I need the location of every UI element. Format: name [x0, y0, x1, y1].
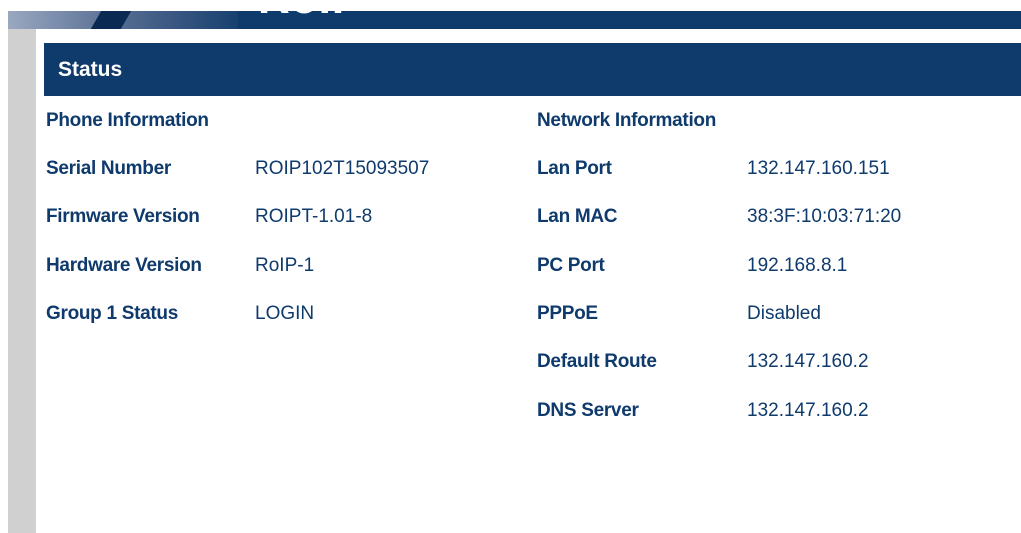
lan-port-value: 132.147.160.151 [747, 158, 890, 179]
top-banner: RoIP [0, 0, 1021, 29]
dns-server-value: 132.147.160.2 [747, 400, 869, 421]
pc-port-value: 192.168.8.1 [747, 255, 848, 276]
status-header-bar: Status [44, 43, 1021, 96]
pppoe-value: Disabled [747, 303, 821, 324]
phone-information-heading: Phone Information [46, 110, 209, 131]
hardware-version-value: RoIP-1 [255, 255, 315, 276]
default-route-value: 132.147.160.2 [747, 351, 869, 372]
status-title: Status [58, 58, 123, 81]
serial-number-label: Serial Number [46, 158, 171, 179]
lan-mac-label: Lan MAC [537, 206, 618, 227]
status-page: RoIP Status Phone Information Serial Num… [0, 0, 1021, 533]
serial-number-value: ROIP102T15093507 [255, 158, 430, 179]
pppoe-label: PPPoE [537, 303, 598, 324]
dns-server-label: DNS Server [537, 400, 639, 421]
lan-port-label: Lan Port [537, 158, 612, 179]
lan-mac-value: 38:3F:10:03:71:20 [747, 206, 902, 227]
left-sidebar-rail [8, 29, 36, 533]
firmware-version-label: Firmware Version [46, 206, 200, 227]
firmware-version-value: ROIPT-1.01-8 [255, 206, 373, 227]
network-information-heading: Network Information [537, 110, 717, 131]
pc-port-label: PC Port [537, 255, 605, 276]
group-1-status-value: LOGIN [255, 303, 315, 324]
hardware-version-label: Hardware Version [46, 255, 202, 276]
default-route-label: Default Route [537, 351, 657, 372]
group-1-status-label: Group 1 Status [46, 303, 178, 324]
banner-logo-text: RoIP [258, 0, 362, 21]
